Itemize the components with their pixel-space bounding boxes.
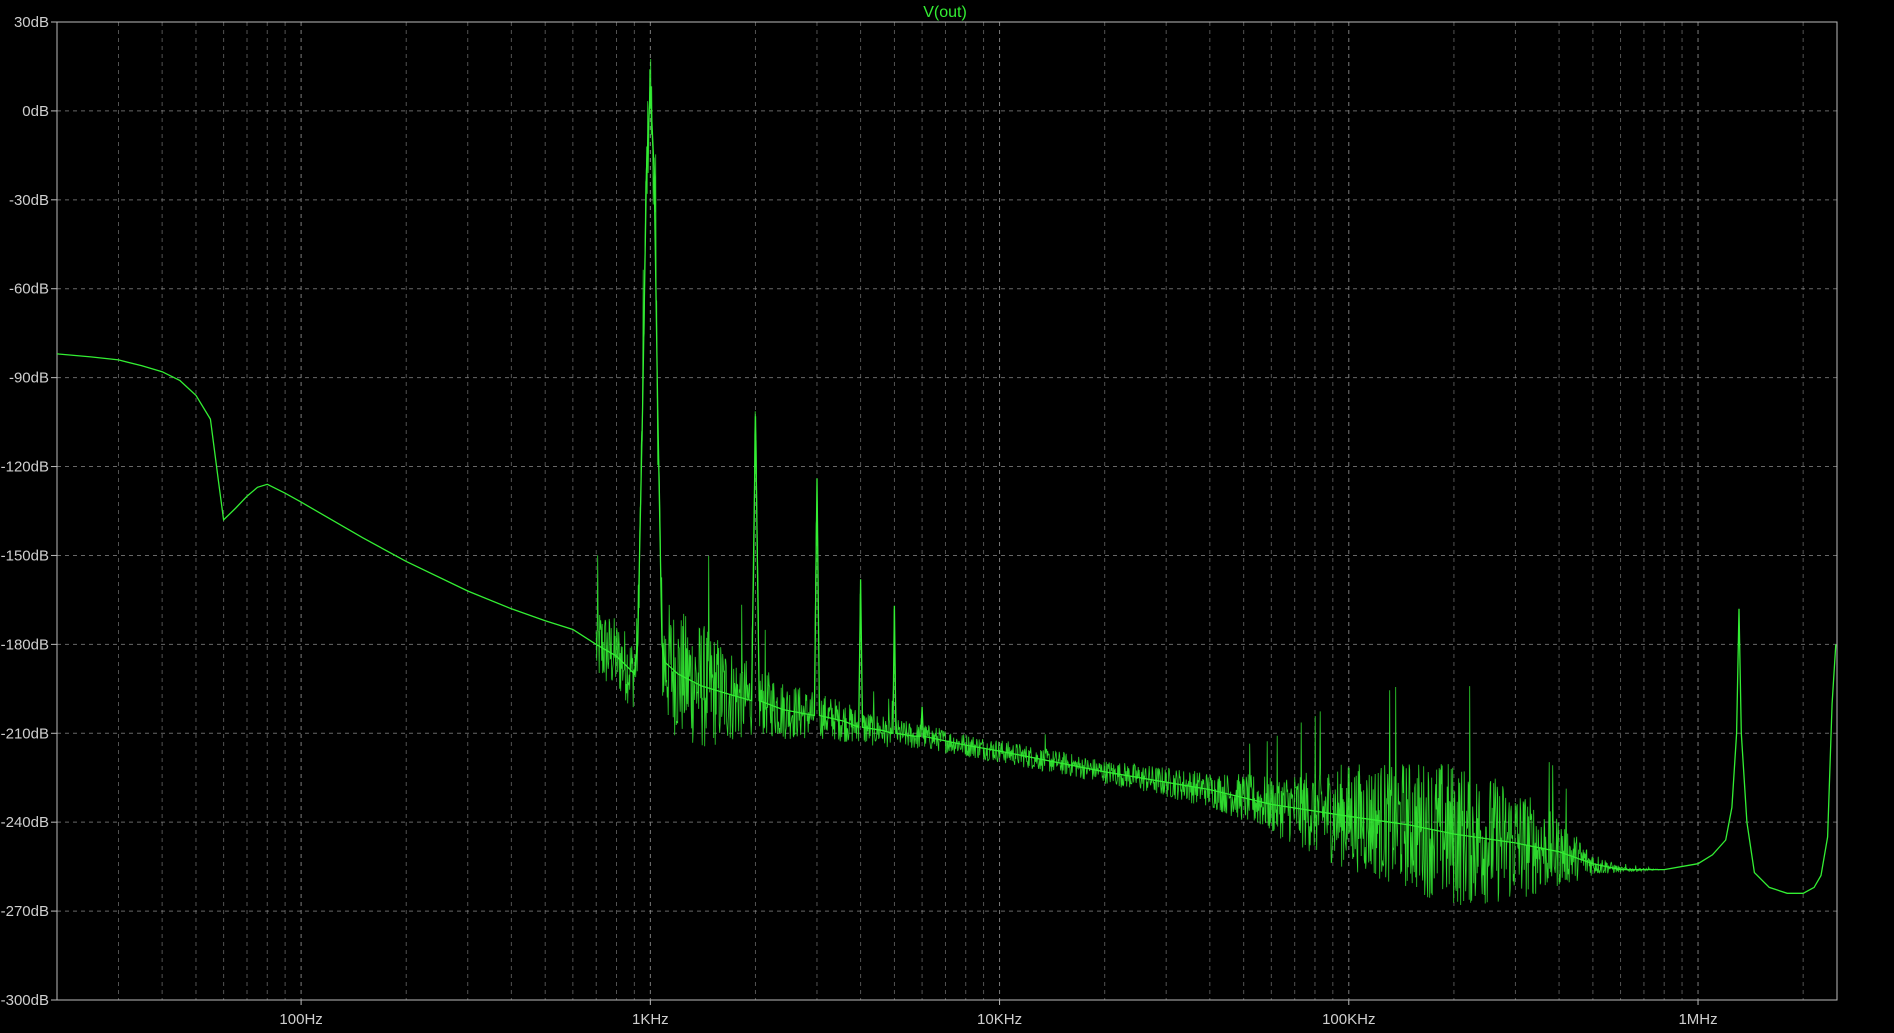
spectrum-plot[interactable]: 30dB 0dB -30dB -60dB -90dB -120dB -150dB -180dB… [0, 0, 1894, 1033]
x-tick-label: 10KHz [977, 1011, 1022, 1028]
trace-title[interactable]: V(out) [923, 4, 967, 21]
x-tick-label: 100KHz [1322, 1011, 1375, 1028]
y-tick-label: -120dB [1, 459, 49, 476]
y-tick-label: -240dB [1, 814, 49, 831]
y-tick-label: -180dB [1, 636, 49, 653]
x-tick-label: 100Hz [279, 1011, 322, 1028]
y-tick-label: -90dB [9, 370, 49, 387]
y-tick-label: 0dB [22, 103, 49, 120]
y-tick-label: 30dB [14, 14, 49, 31]
y-tick-label: -210dB [1, 725, 49, 742]
x-tick-label: 1MHz [1678, 1011, 1717, 1028]
y-tick-label: -270dB [1, 903, 49, 920]
y-tick-label: -60dB [9, 281, 49, 298]
x-tick-label: 1KHz [632, 1011, 669, 1028]
y-tick-label: -30dB [9, 192, 49, 209]
plot-background [0, 0, 1894, 1033]
y-tick-label: -150dB [1, 547, 49, 564]
y-tick-label: -300dB [1, 992, 49, 1009]
